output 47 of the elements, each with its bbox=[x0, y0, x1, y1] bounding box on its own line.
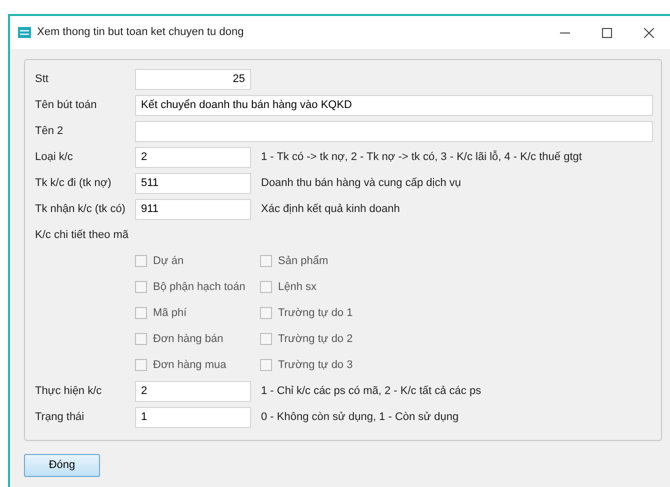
maximize-icon[interactable] bbox=[602, 28, 612, 38]
hint-text: 1 - Chỉ k/c các ps có mã, 2 - K/c tất cả các ps bbox=[261, 384, 482, 399]
checkbox[interactable] bbox=[260, 281, 272, 293]
checkbox-label: Đơn hàng bán bbox=[153, 332, 224, 347]
checkbox-label: Mã phí bbox=[153, 306, 187, 321]
checkbox[interactable] bbox=[260, 333, 272, 345]
input-field[interactable]: 511 bbox=[135, 172, 251, 194]
checkbox[interactable] bbox=[135, 255, 147, 267]
field-label: Stt bbox=[35, 72, 50, 87]
checkbox[interactable] bbox=[260, 307, 272, 319]
section-label: K/c chi tiết theo mã bbox=[35, 228, 129, 243]
input-field[interactable]: Kết chuyển doanh thu bán hàng vào KQKD bbox=[135, 94, 653, 116]
field-label: Tk k/c đi (tk nợ) bbox=[35, 176, 112, 191]
field-label: Loại k/c bbox=[35, 150, 74, 165]
field-label: Tên bút toán bbox=[35, 98, 98, 113]
close-icon[interactable] bbox=[644, 28, 654, 38]
checkbox-label: Đơn hàng mua bbox=[153, 358, 226, 373]
checkbox[interactable] bbox=[135, 307, 147, 319]
field-label: Trạng thái bbox=[35, 410, 86, 425]
checkbox[interactable] bbox=[135, 333, 147, 345]
hint-text: Xác định kết quả kinh doanh bbox=[261, 202, 400, 217]
checkbox-label: Lệnh sx bbox=[278, 280, 317, 295]
checkbox[interactable] bbox=[135, 359, 147, 371]
checkbox[interactable] bbox=[260, 255, 272, 267]
app-icon bbox=[18, 27, 31, 38]
checkbox-label: Sản phẩm bbox=[278, 254, 328, 269]
hint-text: Doanh thu bán hàng và cung cấp dịch vụ bbox=[261, 176, 461, 191]
input-field[interactable]: 25 bbox=[135, 68, 251, 90]
checkbox[interactable] bbox=[135, 281, 147, 293]
checkbox-label: Trường tự do 2 bbox=[278, 332, 353, 347]
field-label: Thực hiện k/c bbox=[35, 384, 103, 399]
checkbox-label: Bộ phận hạch toán bbox=[153, 280, 246, 295]
hint-text: 0 - Không còn sử dụng, 1 - Còn sử dụng bbox=[261, 410, 459, 425]
checkbox[interactable] bbox=[260, 359, 272, 371]
checkbox-label: Trường tự do 3 bbox=[278, 358, 353, 373]
window-title: Xem thong tin but toan ket chuyen tu dong bbox=[37, 25, 244, 40]
input-field[interactable]: 911 bbox=[135, 198, 251, 220]
field-label: Tk nhận k/c (tk có) bbox=[35, 202, 126, 217]
input-field[interactable]: 2 bbox=[135, 380, 251, 402]
input-field[interactable] bbox=[135, 120, 653, 142]
close-dialog-button[interactable]: Đóng bbox=[24, 454, 100, 477]
input-field[interactable]: 2 bbox=[135, 146, 251, 168]
input-field[interactable]: 1 bbox=[135, 406, 251, 428]
field-label: Tên 2 bbox=[35, 124, 64, 139]
hint-text: 1 - Tk có -> tk nợ, 2 - Tk nợ -> tk có, 3 - K/c lãi lỗ, 4 - K/c thuế gtgt bbox=[261, 150, 582, 165]
checkbox-label: Dự án bbox=[153, 254, 184, 269]
checkbox-label: Trường tự do 1 bbox=[278, 306, 353, 321]
